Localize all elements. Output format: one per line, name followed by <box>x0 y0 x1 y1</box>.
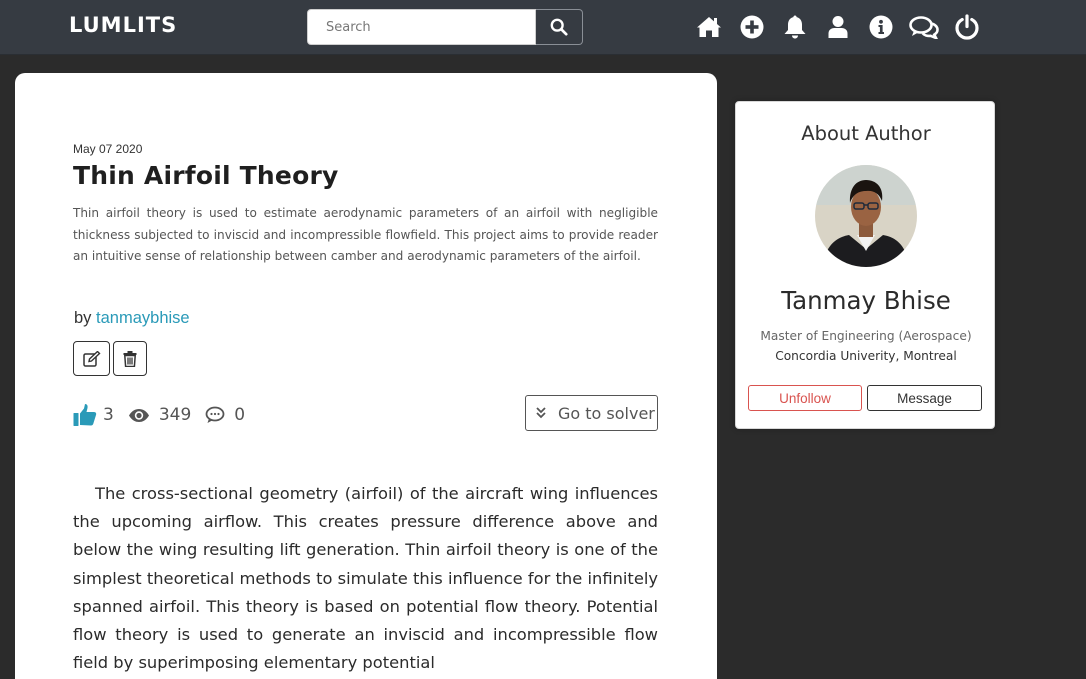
messages-button[interactable] <box>909 10 939 44</box>
comment-icon[interactable] <box>205 406 225 424</box>
add-post-button[interactable] <box>737 10 767 44</box>
double-chevron-down-icon <box>536 407 546 419</box>
search-button[interactable] <box>536 9 583 45</box>
search-input[interactable] <box>307 9 536 45</box>
post-byline: by tanmaybhise <box>74 309 190 328</box>
user-icon <box>828 16 848 38</box>
logout-button[interactable] <box>952 10 982 44</box>
byline-label: by <box>74 309 92 327</box>
post-card: May 07 2020 Thin Airfoil Theory Thin air… <box>15 73 717 679</box>
home-icon <box>697 17 721 37</box>
delete-post-button[interactable] <box>113 341 147 376</box>
message-button[interactable]: Message <box>867 385 982 411</box>
post-body: The cross-sectional geometry (airfoil) o… <box>73 484 658 673</box>
nav-icon-group <box>694 10 982 44</box>
author-avatar[interactable] <box>815 165 917 267</box>
post-stats: 3 349 0 <box>73 401 259 429</box>
author-photo <box>815 165 917 267</box>
home-button[interactable] <box>694 10 724 44</box>
brand-logo[interactable]: LUMLITS <box>69 13 177 37</box>
add-circle-icon <box>740 15 764 39</box>
notifications-button[interactable] <box>780 10 810 44</box>
bell-icon <box>784 15 806 39</box>
author-role: Master of Engineering (Aerospace) <box>760 329 972 343</box>
author-university: Concordia Univerity, Montreal <box>775 349 957 363</box>
author-name: Tanmay Bhise <box>781 286 951 315</box>
post-date: May 07 2020 <box>73 142 143 156</box>
about-author-card: About Author Tanmay Bhise Master of Engi… <box>735 101 995 429</box>
chat-icon <box>909 16 939 39</box>
power-icon <box>955 14 979 40</box>
post-abstract: Thin airfoil theory is used to estimate … <box>73 206 658 263</box>
profile-button[interactable] <box>823 10 853 44</box>
search-bar <box>307 9 583 45</box>
eye-icon <box>128 408 149 422</box>
info-icon <box>869 15 893 39</box>
trash-icon <box>123 350 137 367</box>
search-icon <box>550 18 568 36</box>
top-navbar: LUMLITS <box>0 0 1086 55</box>
author-link[interactable]: tanmaybhise <box>96 309 190 327</box>
go-to-solver-button[interactable]: Go to solver <box>525 395 658 431</box>
unfollow-button[interactable]: Unfollow <box>748 385 862 411</box>
post-title: Thin Airfoil Theory <box>73 161 339 190</box>
comments-count: 0 <box>234 405 246 425</box>
likes-count: 3 <box>103 405 114 425</box>
info-button[interactable] <box>866 10 896 44</box>
thumbs-up-icon[interactable] <box>73 403 97 427</box>
solver-button-label: Go to solver <box>558 403 655 423</box>
edit-icon <box>82 350 101 367</box>
about-author-heading: About Author <box>801 122 931 145</box>
edit-post-button[interactable] <box>73 341 110 376</box>
views-count: 349 <box>158 405 192 425</box>
